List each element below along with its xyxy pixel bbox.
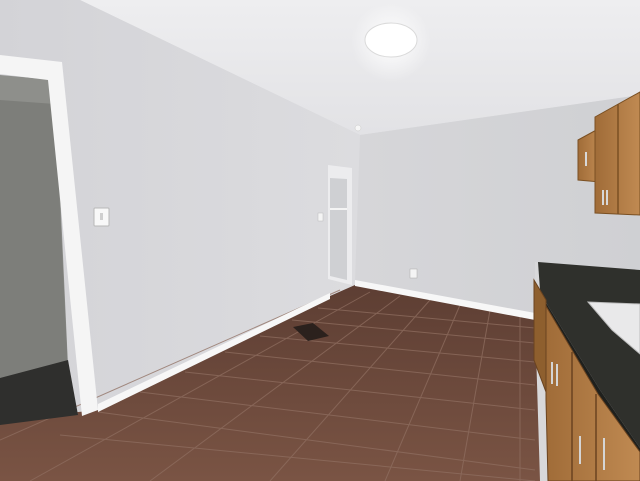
smoke-detector (354, 124, 362, 132)
hallway-inner-wall (330, 178, 347, 280)
light-switch-toggle (100, 213, 103, 220)
small-wall-switch (317, 212, 324, 222)
ceiling-light (364, 22, 418, 58)
room-photo (0, 0, 640, 481)
electrical-outlet (409, 268, 418, 279)
